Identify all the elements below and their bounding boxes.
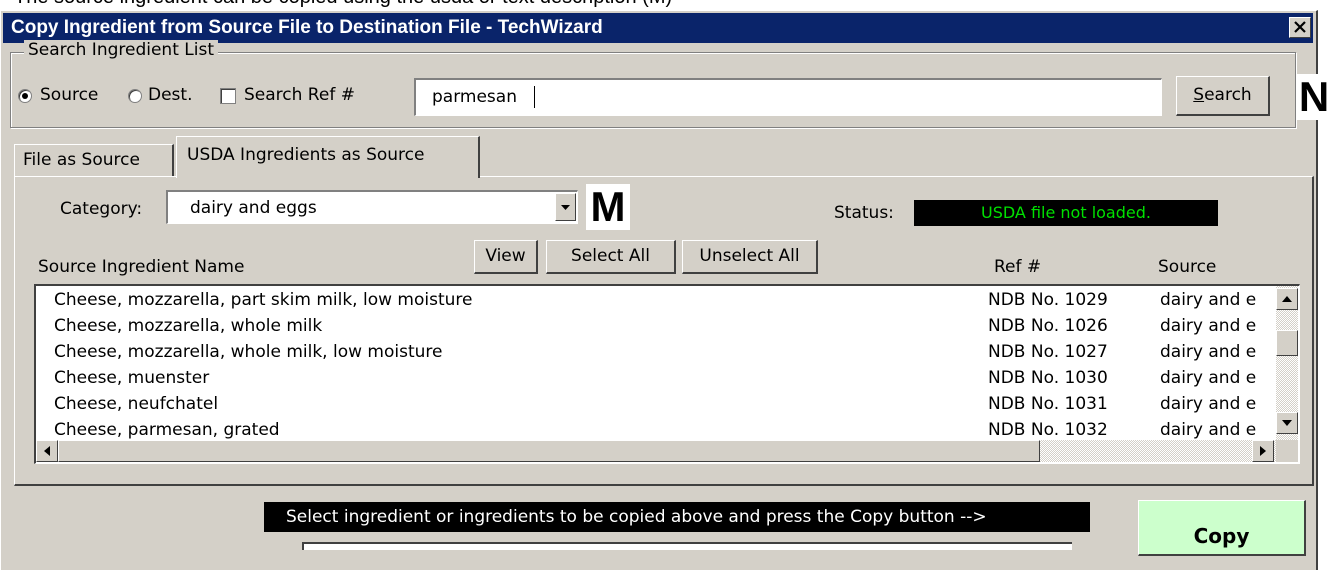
list-item[interactable]: Cheese, mozzarella, whole milk NDB No. 1… — [36, 314, 1298, 340]
tab-file-as-source-label: File as Source — [23, 150, 140, 170]
view-button-label: View — [485, 246, 526, 266]
list-item[interactable]: Cheese, neufchatel NDB No. 1031 dairy an… — [36, 392, 1298, 418]
scroll-right-button[interactable] — [1252, 440, 1274, 462]
chevron-down-icon — [561, 205, 570, 210]
horizontal-scroll-thumb[interactable] — [58, 440, 1040, 462]
ingredient-source: dairy and e — [1160, 342, 1257, 362]
ingredient-source: dairy and e — [1160, 290, 1257, 310]
dest-radio-label: Dest. — [148, 85, 193, 105]
tab-file-as-source[interactable]: File as Source — [14, 144, 174, 176]
ingredient-ref: NDB No. 1026 — [988, 316, 1108, 336]
scroll-up-button[interactable] — [1276, 288, 1298, 310]
list-item[interactable]: Cheese, mozzarella, whole milk, low mois… — [36, 340, 1298, 366]
ingredient-source: dairy and e — [1160, 394, 1257, 414]
search-group-label: Search Ingredient List — [24, 40, 218, 60]
ingredient-name: Cheese, neufchatel — [54, 394, 219, 414]
search-input[interactable]: parmesan — [414, 78, 1162, 116]
category-select[interactable]: dairy and eggs — [166, 190, 578, 224]
unselect-all-button[interactable]: Unselect All — [682, 240, 818, 274]
unselect-all-button-label: Unselect All — [699, 246, 800, 266]
callout-letter-m: M — [586, 184, 630, 230]
close-icon — [1294, 21, 1306, 33]
arrow-up-icon — [1282, 296, 1292, 302]
search-button-mnemonic: S — [1193, 85, 1205, 105]
column-header-source: Source — [1158, 257, 1217, 277]
ingredient-name: Cheese, muenster — [54, 368, 210, 388]
ingredient-source: dairy and e — [1160, 420, 1257, 440]
ingredient-ref: NDB No. 1032 — [988, 420, 1108, 440]
copy-button[interactable]: Copy — [1138, 500, 1306, 556]
view-button[interactable]: View — [474, 240, 538, 274]
tab-usda-ingredients[interactable]: USDA Ingredients as Source — [176, 136, 480, 178]
vertical-scroll-thumb[interactable] — [1276, 330, 1298, 356]
ingredient-name: Cheese, mozzarella, part skim milk, low … — [54, 290, 473, 310]
status-label: Status: — [834, 203, 894, 223]
list-item[interactable]: Cheese, muenster NDB No. 1030 dairy and … — [36, 366, 1298, 392]
status-indicator: USDA file not loaded. — [914, 200, 1218, 226]
ingredient-ref: NDB No. 1027 — [988, 342, 1108, 362]
source-radio[interactable] — [18, 89, 32, 103]
arrow-right-icon — [1260, 446, 1266, 456]
callout-letter-n: N — [1296, 74, 1332, 120]
caption-text-cutoff: The source ingredient can be copied usin… — [0, 0, 1332, 10]
search-ref-checkbox[interactable] — [220, 88, 236, 104]
ingredient-name: Cheese, mozzarella, whole milk, low mois… — [54, 342, 443, 362]
ingredient-source: dairy and e — [1160, 316, 1257, 336]
text-cursor — [534, 86, 535, 108]
category-dropdown-button[interactable] — [555, 193, 576, 221]
column-header-name: Source Ingredient Name — [38, 257, 245, 277]
ingredient-name: Cheese, mozzarella, whole milk — [54, 316, 323, 336]
select-all-button[interactable]: Select All — [546, 240, 676, 274]
ingredient-name: Cheese, parmesan, grated — [54, 420, 280, 440]
ingredient-ref: NDB No. 1031 — [988, 394, 1108, 414]
destination-field[interactable] — [302, 542, 1072, 550]
ingredient-source: dairy and e — [1160, 368, 1257, 388]
arrow-left-icon — [44, 446, 50, 456]
search-ref-label: Search Ref # — [244, 85, 355, 105]
list-item[interactable]: Cheese, mozzarella, part skim milk, low … — [36, 288, 1298, 314]
title-bar: Copy Ingredient from Source File to Dest… — [3, 13, 1313, 43]
ingredient-ref: NDB No. 1030 — [988, 368, 1108, 388]
ingredient-ref: NDB No. 1029 — [988, 290, 1108, 310]
instruction-bar: Select ingredient or ingredients to be c… — [264, 502, 1090, 532]
dest-radio[interactable] — [128, 89, 142, 103]
category-select-value: dairy and eggs — [190, 198, 317, 218]
source-radio-label: Source — [40, 85, 99, 105]
copy-button-label: Copy — [1193, 524, 1250, 548]
category-label: Category: — [60, 199, 143, 219]
window-title: Copy Ingredient from Source File to Dest… — [11, 17, 603, 38]
scroll-left-button[interactable] — [36, 440, 58, 462]
ingredient-list[interactable]: Cheese, mozzarella, part skim milk, low … — [34, 284, 1300, 464]
search-button-label: earch — [1204, 85, 1252, 105]
search-input-value: parmesan — [432, 87, 517, 107]
caption-text: The source ingredient can be copied usin… — [14, 0, 672, 9]
close-button[interactable] — [1289, 17, 1311, 38]
scrollbar-corner — [1276, 440, 1298, 462]
search-button[interactable]: Search — [1176, 76, 1270, 116]
tab-usda-ingredients-label: USDA Ingredients as Source — [187, 145, 425, 165]
scroll-down-button[interactable] — [1276, 412, 1298, 434]
column-header-ref: Ref # — [994, 257, 1042, 277]
arrow-down-icon — [1282, 420, 1292, 426]
select-all-button-label: Select All — [571, 246, 650, 266]
